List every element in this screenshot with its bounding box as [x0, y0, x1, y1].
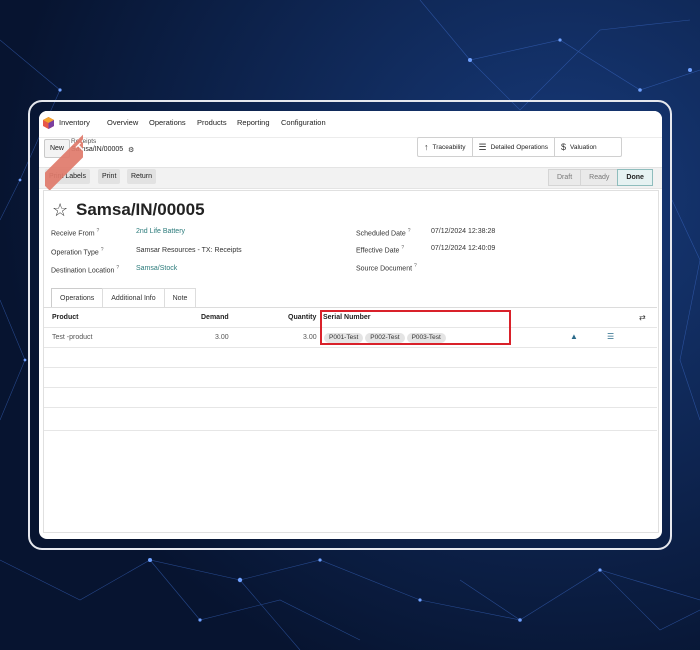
- scheduled-date-label: Scheduled Date ?: [356, 228, 411, 238]
- ribbon-text: TEST: [45, 111, 83, 190]
- arrow-up-icon: ↑: [424, 142, 429, 152]
- row-product[interactable]: Test -product: [52, 334, 92, 341]
- star-icon[interactable]: ☆: [52, 200, 68, 221]
- help-icon[interactable]: ?: [101, 247, 104, 253]
- scheduled-date-field[interactable]: 07/12/2024 12:38:28: [431, 228, 495, 235]
- status-draft[interactable]: Draft: [548, 169, 582, 186]
- detailed-operations-label: Detailed Operations: [490, 143, 549, 151]
- smart-buttons: ↑ Traceability ☰ Detailed Operations $ V…: [417, 137, 622, 157]
- effective-date-field[interactable]: 07/12/2024 12:40:09: [431, 245, 495, 252]
- row-divider: [44, 367, 657, 368]
- operation-type-label: Operation Type ?: [51, 247, 104, 257]
- optional-columns-icon[interactable]: ⇄: [639, 313, 646, 322]
- test-ribbon: TEST: [45, 111, 83, 190]
- status-bar: Draft Ready Done: [548, 169, 653, 186]
- column-demand[interactable]: Demand: [201, 314, 229, 321]
- row-divider: [44, 407, 657, 408]
- help-icon[interactable]: ?: [401, 245, 404, 251]
- odoo-window: Inventory Overview Operations Products R…: [39, 111, 662, 539]
- help-icon[interactable]: ?: [97, 228, 100, 234]
- help-icon[interactable]: ?: [408, 228, 411, 234]
- tab-additional-info[interactable]: Additional Info: [102, 288, 165, 308]
- row-demand[interactable]: 3.00: [215, 334, 229, 341]
- record-title: Samsa/IN/00005: [76, 200, 205, 219]
- navbar: Inventory Overview Operations Products R…: [39, 111, 662, 138]
- effective-date-label: Effective Date ?: [356, 245, 405, 255]
- menu-operations[interactable]: Operations: [149, 118, 186, 127]
- help-icon[interactable]: ?: [414, 263, 417, 269]
- traceability-label: Traceability: [432, 143, 466, 151]
- gear-icon[interactable]: ⚙: [128, 146, 134, 154]
- tab-divider: [43, 307, 657, 308]
- tab-note[interactable]: Note: [163, 288, 197, 308]
- row-divider: [44, 430, 657, 431]
- status-ready[interactable]: Ready: [580, 169, 619, 186]
- traceability-button[interactable]: ↑ Traceability: [418, 138, 473, 156]
- receive-from-label: Receive From ?: [51, 228, 100, 238]
- list-icon: ☰: [478, 141, 487, 152]
- return-button[interactable]: Return: [127, 169, 157, 184]
- column-product[interactable]: Product: [52, 314, 78, 321]
- menu-products[interactable]: Products: [197, 118, 227, 127]
- form-sheet: [43, 190, 659, 533]
- row-divider: [44, 347, 657, 348]
- valuation-button[interactable]: $ Valuation: [555, 138, 621, 156]
- print-button[interactable]: Print: [98, 169, 121, 184]
- operation-type-field[interactable]: Samsar Resources - TX: Receipts: [136, 247, 242, 254]
- row-quantity[interactable]: 3.00: [303, 334, 317, 341]
- tab-operations[interactable]: Operations: [51, 288, 104, 308]
- row-divider: [44, 387, 657, 388]
- menu-configuration[interactable]: Configuration: [281, 118, 326, 127]
- notebook-tabs: Operations Additional Info Note: [51, 288, 197, 308]
- detailed-operations-button[interactable]: ☰ Detailed Operations: [473, 138, 556, 156]
- destination-location-label: Destination Location ?: [51, 265, 120, 275]
- details-list-icon[interactable]: ☰: [607, 332, 614, 341]
- help-icon[interactable]: ?: [116, 265, 119, 271]
- menu-overview[interactable]: Overview: [107, 118, 138, 127]
- destination-location-field[interactable]: Samsa/Stock: [136, 265, 177, 272]
- column-quantity[interactable]: Quantity: [288, 314, 316, 321]
- status-done[interactable]: Done: [617, 169, 653, 186]
- menu-reporting[interactable]: Reporting: [237, 118, 270, 127]
- source-document-label: Source Document ?: [356, 263, 417, 273]
- highlight-box: [320, 310, 511, 345]
- valuation-label: Valuation: [570, 143, 597, 151]
- dollar-icon: $: [561, 142, 567, 152]
- receive-from-field[interactable]: 2nd Life Battery: [136, 228, 185, 235]
- forecast-chart-icon[interactable]: ▲: [570, 332, 578, 341]
